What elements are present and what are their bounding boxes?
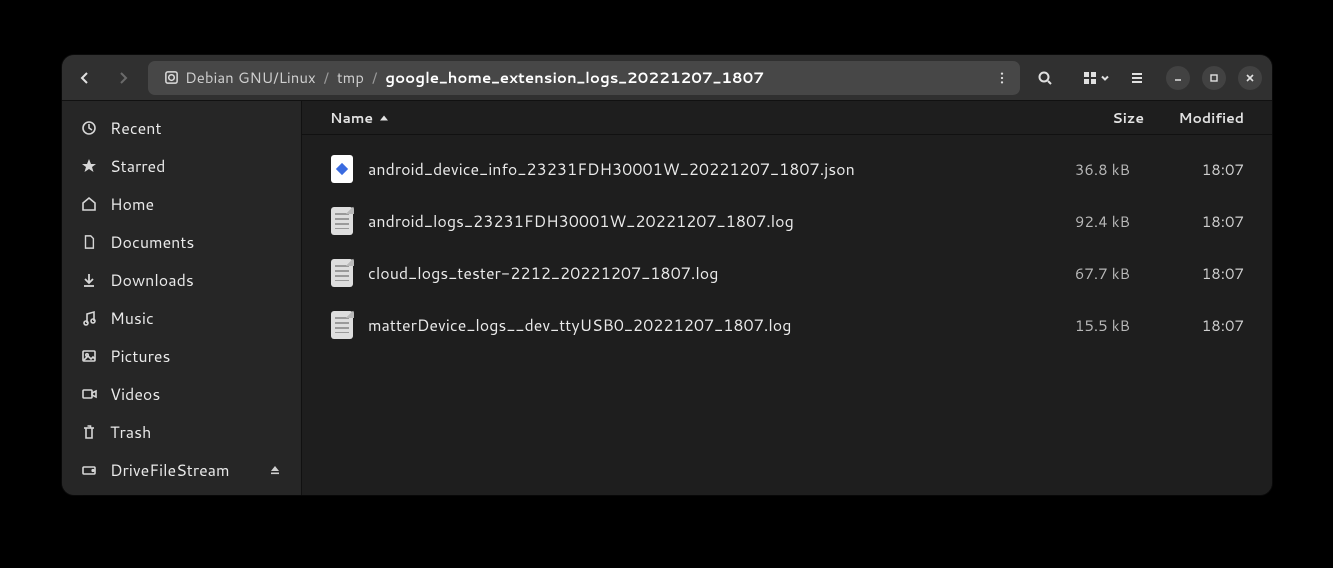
text-file-icon: [330, 206, 354, 236]
sidebar-item-label: Pictures: [110, 345, 170, 368]
minimize-icon: [1173, 73, 1183, 83]
music-icon: [80, 309, 98, 327]
sidebar-item-label: DriveFileStream: [110, 459, 230, 482]
column-name[interactable]: Name: [330, 108, 1054, 128]
close-button[interactable]: [1238, 66, 1262, 90]
file-manager-window: Debian GNU/Linux / tmp / google_home_extensi…: [62, 55, 1272, 495]
sidebar-item-label: Music: [110, 307, 154, 330]
maximize-button[interactable]: [1202, 66, 1226, 90]
sidebar-item-label: Recent: [110, 117, 162, 140]
breadcrumb-label: Debian GNU/Linux: [185, 67, 316, 88]
file-list[interactable]: android_device_info_23231FDH30001W_20221…: [302, 135, 1272, 495]
file-name: android_logs_23231FDH30001W_20221207_180…: [368, 210, 1026, 233]
file-row[interactable]: android_device_info_23231FDH30001W_20221…: [302, 143, 1272, 195]
file-size: 36.8 kB: [1040, 159, 1130, 180]
text-file-icon: [330, 310, 354, 340]
json-file-icon: [330, 154, 354, 184]
file-modified: 18:07: [1144, 315, 1244, 336]
breadcrumb-label: google_home_extension_logs_20221207_1807: [385, 67, 764, 88]
hamburger-icon: [1129, 70, 1145, 86]
breadcrumb-more-button[interactable]: [992, 68, 1012, 88]
eject-button[interactable]: [267, 462, 283, 478]
view-grid-button[interactable]: [1076, 61, 1116, 95]
breadcrumb[interactable]: Debian GNU/Linux / tmp / google_home_extensi…: [148, 61, 1020, 95]
star-icon: [80, 157, 98, 175]
sidebar-item-label: Videos: [110, 383, 160, 406]
breadcrumb-segment[interactable]: google_home_extension_logs_20221207_1807: [379, 61, 770, 95]
sidebar-item-trash[interactable]: Trash: [62, 413, 301, 451]
file-size: 92.4 kB: [1040, 211, 1130, 232]
chevron-down-icon: [1100, 73, 1110, 83]
breadcrumb-separator: /: [324, 67, 329, 88]
maximize-icon: [1209, 73, 1219, 83]
sidebar-item-pictures[interactable]: Pictures: [62, 337, 301, 375]
download-icon: [80, 271, 98, 289]
chevron-left-icon: [77, 70, 93, 86]
file-name: android_device_info_23231FDH30001W_20221…: [368, 158, 1026, 181]
sidebar-item-label: Downloads: [110, 269, 194, 292]
file-modified: 18:07: [1144, 211, 1244, 232]
picture-icon: [80, 347, 98, 365]
column-modified[interactable]: Modified: [1144, 108, 1244, 128]
minimize-button[interactable]: [1166, 66, 1190, 90]
sidebar-item-home[interactable]: Home: [62, 185, 301, 223]
sidebar-item-documents[interactable]: Documents: [62, 223, 301, 261]
file-size: 67.7 kB: [1040, 263, 1130, 284]
column-modified-label: Modified: [1178, 108, 1244, 128]
breadcrumb-segment[interactable]: Debian GNU/Linux: [158, 61, 322, 95]
text-file-icon: [330, 258, 354, 288]
file-row[interactable]: android_logs_23231FDH30001W_20221207_180…: [302, 195, 1272, 247]
sidebar: Recent Starred Home Documents Downloads Music…: [62, 101, 302, 495]
close-icon: [1245, 73, 1255, 83]
sidebar-item-label: Home: [110, 193, 154, 216]
sidebar-item-downloads[interactable]: Downloads: [62, 261, 301, 299]
sidebar-item-drivefilestream[interactable]: DriveFileStream: [62, 451, 301, 489]
disk-icon: [164, 70, 179, 85]
forward-button[interactable]: [106, 61, 140, 95]
window-body: Recent Starred Home Documents Downloads Music…: [62, 101, 1272, 495]
sidebar-item-label: Documents: [110, 231, 194, 254]
file-modified: 18:07: [1144, 159, 1244, 180]
headerbar: Debian GNU/Linux / tmp / google_home_extensi…: [62, 55, 1272, 101]
trash-icon: [80, 423, 98, 441]
column-header[interactable]: Name Size Modified: [302, 101, 1272, 135]
sort-ascending-icon: [379, 113, 389, 123]
breadcrumb-label: tmp: [337, 67, 364, 88]
sidebar-item-videos[interactable]: Videos: [62, 375, 301, 413]
breadcrumb-separator: /: [372, 67, 377, 88]
column-size-label: Size: [1112, 108, 1144, 128]
sidebar-item-label: Trash: [110, 421, 151, 444]
file-modified: 18:07: [1144, 263, 1244, 284]
home-icon: [80, 195, 98, 213]
file-row[interactable]: cloud_logs_tester-2212_20221207_1807.log…: [302, 247, 1272, 299]
file-name: cloud_logs_tester-2212_20221207_1807.log: [368, 262, 1026, 285]
window-controls: [1166, 66, 1262, 90]
video-icon: [80, 385, 98, 403]
main-pane: Name Size Modified android_device_info_2…: [302, 101, 1272, 495]
column-name-label: Name: [330, 108, 373, 128]
back-button[interactable]: [68, 61, 102, 95]
file-row[interactable]: matterDevice_logs__dev_ttyUSB0_20221207_…: [302, 299, 1272, 351]
document-icon: [80, 233, 98, 251]
hamburger-menu-button[interactable]: [1120, 61, 1154, 95]
sidebar-item-label: Starred: [110, 155, 165, 178]
clock-icon: [80, 119, 98, 137]
column-size[interactable]: Size: [1054, 108, 1144, 128]
chevron-right-icon: [115, 70, 131, 86]
drive-icon: [80, 461, 98, 479]
grid-icon: [1082, 70, 1098, 86]
sidebar-item-starred[interactable]: Starred: [62, 147, 301, 185]
file-size: 15.5 kB: [1040, 315, 1130, 336]
breadcrumb-segment[interactable]: tmp: [331, 61, 370, 95]
file-name: matterDevice_logs__dev_ttyUSB0_20221207_…: [368, 314, 1026, 337]
search-icon: [1037, 70, 1053, 86]
search-button[interactable]: [1028, 61, 1062, 95]
sidebar-item-music[interactable]: Music: [62, 299, 301, 337]
sidebar-item-recent[interactable]: Recent: [62, 109, 301, 147]
